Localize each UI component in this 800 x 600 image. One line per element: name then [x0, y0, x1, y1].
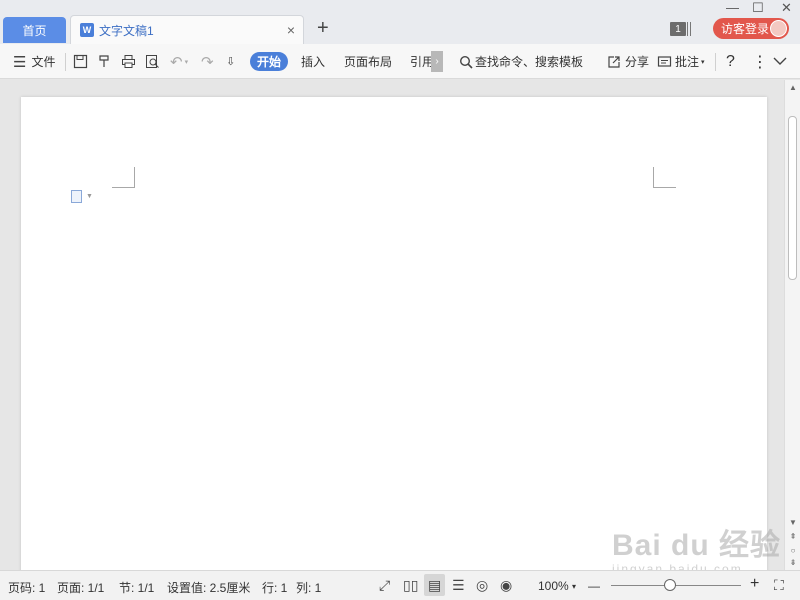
select-browse-icon[interactable]: ○: [785, 546, 800, 555]
title-bar: 首页 W 文字文稿1 × + — ☐ ✕ 1 访客登录: [0, 0, 800, 44]
search-command-field[interactable]: 查找命令、搜索模板: [459, 44, 583, 79]
comment-dropdown-icon: ▾: [701, 58, 705, 66]
toolbar-divider: [65, 53, 66, 71]
page-view-icon[interactable]: ▤: [428, 577, 441, 594]
tab-insert[interactable]: 插入: [301, 44, 325, 79]
status-bar: 页码: 1 页面: 1/1 节: 1/1 设置值: 2.5厘米 行: 1 列: …: [0, 570, 800, 600]
tab-home[interactable]: 首页: [3, 17, 66, 43]
minimize-icon[interactable]: —: [726, 0, 739, 15]
baidu-watermark: Bai du 经验: [612, 529, 782, 562]
chevron-down-icon: [773, 57, 787, 65]
collapse-ribbon-button[interactable]: [773, 44, 787, 79]
scroll-down-arrow[interactable]: ▼: [785, 518, 800, 527]
document-icon: [71, 190, 82, 203]
zoom-percent[interactable]: 100%: [538, 579, 569, 593]
next-page-icon[interactable]: ⇟: [785, 558, 800, 567]
undo-button[interactable]: ↶ ▾: [170, 44, 188, 79]
wps-writer-icon: W: [80, 23, 94, 37]
outline-view-icon[interactable]: ☰: [452, 577, 465, 594]
new-tab-button[interactable]: +: [317, 18, 329, 38]
comment-label: 批注: [675, 55, 700, 69]
save-button[interactable]: [73, 44, 88, 79]
format-painter-button[interactable]: [97, 44, 112, 79]
zoom-out-button[interactable]: —: [588, 579, 600, 593]
document-page[interactable]: ▼: [21, 97, 767, 577]
row-number[interactable]: 行: 1: [262, 579, 287, 596]
undo-icon: ↶: [170, 53, 183, 71]
web-view-icon[interactable]: ◎: [476, 577, 488, 594]
help-button[interactable]: ?: [726, 44, 735, 79]
page-number[interactable]: 页码: 1: [8, 579, 45, 596]
search-placeholder: 查找命令、搜索模板: [475, 55, 584, 69]
customize-toolbar-button[interactable]: ⇩: [226, 44, 235, 79]
vertical-scrollbar[interactable]: ▲ ▼ ⇞ ○ ⇟: [784, 80, 800, 570]
fit-page-icon[interactable]: ⛶: [774, 577, 784, 594]
document-workspace: ▼: [0, 80, 784, 577]
toolbar-divider: [715, 53, 716, 71]
guest-login-label: 访客登录: [721, 22, 770, 36]
notification-badge[interactable]: 1: [670, 22, 686, 36]
format-painter-icon: [99, 55, 109, 67]
scroll-up-icon[interactable]: ▲: [785, 83, 800, 92]
share-label: 分享: [625, 55, 650, 69]
file-menu-label: 文件: [31, 55, 56, 69]
redo-button[interactable]: ↷: [201, 44, 214, 79]
fullscreen-icon[interactable]: ⤢: [379, 577, 390, 594]
customize-icon: ⇩: [226, 56, 236, 68]
guest-login-button[interactable]: 访客登录: [713, 18, 789, 39]
message-bars-icon[interactable]: [687, 22, 691, 36]
hamburger-icon: ☰: [13, 53, 27, 71]
chevron-down-icon: ▼: [86, 193, 93, 200]
page-count[interactable]: 页面: 1/1: [57, 579, 104, 596]
search-icon: [459, 55, 473, 69]
setting-value[interactable]: 设置值: 2.5厘米: [167, 579, 250, 596]
ribbon-toolbar: ☰ 文件 ↶ ▾ ↷ ⇩ 开始 插入 页面布局 引用 › 查找命令、搜索模板 分…: [0, 44, 800, 79]
share-button[interactable]: 分享: [607, 44, 649, 79]
print-button[interactable]: [121, 44, 136, 79]
column-number[interactable]: 列: 1: [296, 579, 321, 596]
zoom-slider-handle[interactable]: [663, 579, 676, 591]
more-tabs-button[interactable]: ›: [431, 51, 443, 72]
close-window-icon[interactable]: ✕: [781, 0, 792, 16]
margin-corner-top-right: [653, 167, 676, 188]
save-icon: [73, 54, 88, 69]
avatar: [770, 20, 787, 37]
zoom-slider[interactable]: [611, 585, 741, 586]
scroll-thumb[interactable]: [788, 116, 797, 280]
eye-protection-icon[interactable]: ◉: [500, 577, 512, 594]
redo-icon: ↷: [201, 53, 214, 71]
close-tab-icon[interactable]: ×: [287, 22, 295, 38]
tab-page-layout[interactable]: 页面布局: [344, 44, 392, 79]
print-icon: [122, 55, 135, 68]
comment-icon: [657, 55, 672, 67]
paragraph-marker[interactable]: ▼: [71, 190, 93, 203]
margin-corner-top-left: [112, 167, 135, 188]
reading-mode-icon[interactable]: ▯▯: [403, 577, 418, 594]
prev-page-icon[interactable]: ⇞: [785, 532, 800, 541]
tab-home-ribbon[interactable]: 开始: [250, 52, 288, 71]
print-preview-icon: [146, 55, 159, 68]
tab-document-label: 文字文稿1: [99, 23, 154, 38]
file-menu-button[interactable]: ☰ 文件: [13, 44, 55, 79]
maximize-icon[interactable]: ☐: [752, 0, 764, 16]
section-count[interactable]: 节: 1/1: [119, 579, 154, 596]
share-icon: [608, 55, 620, 68]
zoom-dropdown-icon[interactable]: ▾: [572, 582, 576, 591]
comment-button[interactable]: 批注 ▾: [657, 44, 705, 79]
zoom-in-button[interactable]: +: [750, 575, 759, 593]
more-options-button[interactable]: ⋮: [752, 44, 768, 79]
print-preview-button[interactable]: [145, 44, 160, 79]
tab-document[interactable]: W 文字文稿1 ×: [70, 15, 304, 44]
undo-dropdown-icon: ▾: [184, 58, 189, 66]
